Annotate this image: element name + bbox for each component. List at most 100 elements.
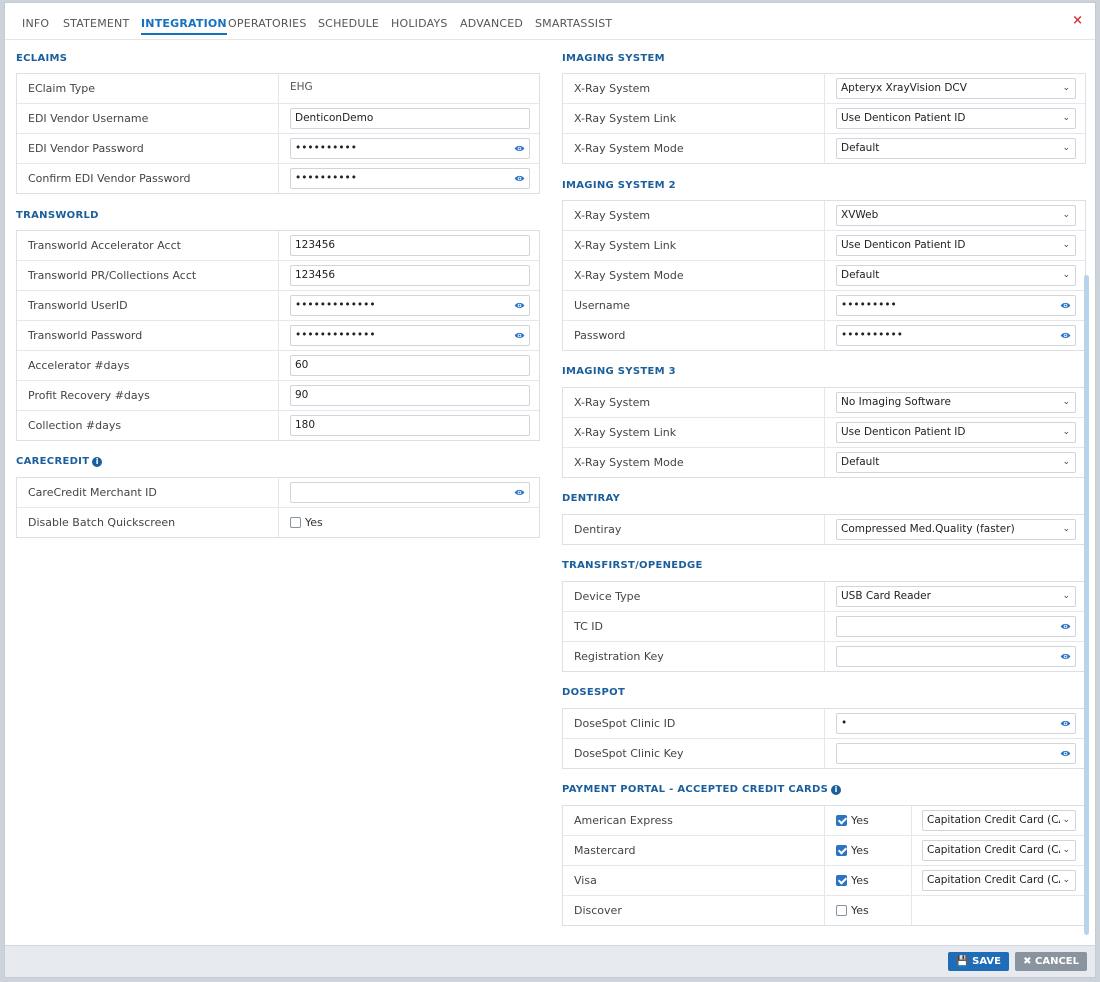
dosespot-clinic-id-input[interactable]: • [836, 713, 1076, 734]
collection-days-input[interactable]: 180 [290, 415, 530, 436]
tab-advanced[interactable]: ADVANCED [460, 17, 523, 30]
dentiray-select[interactable]: Compressed Med.Quality (faster) ⌄ [836, 519, 1076, 540]
eye-icon[interactable] [514, 300, 525, 311]
select-value: XVWeb [841, 209, 879, 221]
table-row: Registration Key [563, 642, 1085, 672]
amex-checkbox[interactable] [836, 815, 847, 826]
select-value: Capitation Credit Card (CA [927, 814, 1066, 826]
tc-id-input[interactable] [836, 616, 1076, 637]
xray-system-link-select[interactable]: Use Denticon Patient ID ⌄ [836, 108, 1076, 129]
table-row: X-Ray System No Imaging Software ⌄ [563, 388, 1085, 418]
section-title-imaging-1: IMAGING SYSTEM [562, 53, 665, 64]
accelerator-acct-input[interactable]: 123456 [290, 235, 530, 256]
eye-icon[interactable] [1060, 300, 1071, 311]
password-value: ••••••••••••• [295, 299, 376, 311]
xray-system-link-select[interactable]: Use Denticon Patient ID ⌄ [836, 422, 1076, 443]
edi-username-input[interactable]: DenticonDemo [290, 108, 530, 129]
checkbox-label: Yes [851, 904, 869, 917]
eye-icon[interactable] [514, 143, 525, 154]
xray-system-select[interactable]: XVWeb ⌄ [836, 205, 1076, 226]
xray-system-link-select[interactable]: Use Denticon Patient ID ⌄ [836, 235, 1076, 256]
tab-integration[interactable]: INTEGRATION [141, 17, 227, 35]
edi-password-input[interactable]: •••••••••• [290, 138, 530, 159]
section-title-carecredit: CARECREDIT i [16, 456, 103, 467]
chevron-down-icon: ⌄ [1062, 143, 1070, 153]
row-label: EDI Vendor Username [17, 104, 279, 133]
registration-key-input[interactable] [836, 646, 1076, 667]
password-value: ••••••••• [841, 299, 897, 311]
discover-checkbox[interactable] [836, 905, 847, 916]
row-label: Discover [563, 896, 825, 925]
select-value: Default [841, 456, 880, 468]
mastercard-checkbox[interactable] [836, 845, 847, 856]
xray-system-select[interactable]: No Imaging Software ⌄ [836, 392, 1076, 413]
xray-system-mode-select[interactable]: Default ⌄ [836, 138, 1076, 159]
info-icon[interactable]: i [92, 457, 103, 467]
tab-info[interactable]: INFO [22, 17, 49, 30]
disable-batch-checkbox[interactable] [290, 517, 301, 528]
row-label: Dentiray [563, 515, 825, 544]
xray-system-mode-select[interactable]: Default ⌄ [836, 452, 1076, 473]
select-value: Use Denticon Patient ID [841, 239, 966, 251]
xray-system-select[interactable]: Apteryx XrayVision DCV ⌄ [836, 78, 1076, 99]
table-row: Discover Yes [563, 896, 1085, 926]
row-label: X-Ray System [563, 388, 825, 417]
row-label: Disable Batch Quickscreen [17, 508, 279, 537]
carecredit-table: CareCredit Merchant ID Disable Batch Qui… [16, 477, 540, 538]
row-label: Accelerator #days [17, 351, 279, 380]
chevron-down-icon: ⌄ [1062, 591, 1070, 601]
imaging-username-input[interactable]: ••••••••• [836, 295, 1076, 316]
info-icon[interactable]: i [831, 785, 842, 795]
password-value: ••••••••••••• [295, 329, 376, 341]
visa-checkbox[interactable] [836, 875, 847, 886]
device-type-select[interactable]: USB Card Reader ⌄ [836, 586, 1076, 607]
imaging-2-table: X-Ray System XVWeb ⌄ X-Ray System Link Us… [562, 200, 1086, 351]
save-button[interactable]: 💾 SAVE [948, 952, 1009, 971]
amex-account-select[interactable]: Capitation Credit Card (CA ⌄ [922, 810, 1076, 831]
modal-footer: 💾 SAVE ✖ CANCEL [5, 945, 1095, 977]
select-value: Use Denticon Patient ID [841, 112, 966, 124]
section-title-payment-portal: PAYMENT PORTAL - ACCEPTED CREDIT CARDS i [562, 784, 842, 795]
row-label: Username [563, 291, 825, 320]
dosespot-clinic-key-input[interactable] [836, 743, 1076, 764]
merchant-id-input[interactable] [290, 482, 530, 503]
eye-icon[interactable] [1060, 330, 1071, 341]
select-value: Capitation Credit Card (CA [927, 844, 1066, 856]
settings-modal: INFO STATEMENT INTEGRATION OPERATORIES S… [4, 2, 1096, 978]
table-row: Visa Yes Capitation Credit Card (CA ⌄ [563, 866, 1085, 896]
cancel-button[interactable]: ✖ CANCEL [1015, 952, 1087, 971]
tab-smartassist[interactable]: SMARTASSIST [535, 17, 612, 30]
eye-icon[interactable] [514, 173, 525, 184]
select-value: USB Card Reader [841, 590, 931, 602]
visa-account-select[interactable]: Capitation Credit Card (CA ⌄ [922, 870, 1076, 891]
table-row: American Express Yes Capitation Credit C… [563, 806, 1085, 836]
eye-icon[interactable] [1060, 651, 1071, 662]
mastercard-account-select[interactable]: Capitation Credit Card (CA ⌄ [922, 840, 1076, 861]
section-title-text: CARECREDIT [16, 456, 90, 467]
table-row: Accelerator #days 60 [17, 351, 539, 381]
imaging-password-input[interactable]: •••••••••• [836, 325, 1076, 346]
row-label: Registration Key [563, 642, 825, 671]
tab-operatories[interactable]: OPERATORIES [228, 17, 307, 30]
chevron-down-icon: ⌄ [1062, 83, 1070, 93]
tab-schedule[interactable]: SCHEDULE [318, 17, 379, 30]
close-icon[interactable]: × [1072, 13, 1083, 28]
scrollbar[interactable] [1084, 275, 1089, 935]
eye-icon[interactable] [1060, 621, 1071, 632]
transworld-userid-input[interactable]: ••••••••••••• [290, 295, 530, 316]
collections-acct-input[interactable]: 123456 [290, 265, 530, 286]
eye-icon[interactable] [1060, 748, 1071, 759]
eye-icon[interactable] [514, 487, 525, 498]
tab-statement[interactable]: STATEMENT [63, 17, 129, 30]
accelerator-days-input[interactable]: 60 [290, 355, 530, 376]
profit-recovery-days-input[interactable]: 90 [290, 385, 530, 406]
dentiray-table: Dentiray Compressed Med.Quality (faster)… [562, 514, 1086, 545]
xray-system-mode-select[interactable]: Default ⌄ [836, 265, 1076, 286]
select-value: Capitation Credit Card (CA [927, 874, 1066, 886]
eye-icon[interactable] [1060, 718, 1071, 729]
transworld-password-input[interactable]: ••••••••••••• [290, 325, 530, 346]
eye-icon[interactable] [514, 330, 525, 341]
confirm-edi-password-input[interactable]: •••••••••• [290, 168, 530, 189]
tab-holidays[interactable]: HOLIDAYS [391, 17, 448, 30]
row-label: X-Ray System Link [563, 418, 825, 447]
